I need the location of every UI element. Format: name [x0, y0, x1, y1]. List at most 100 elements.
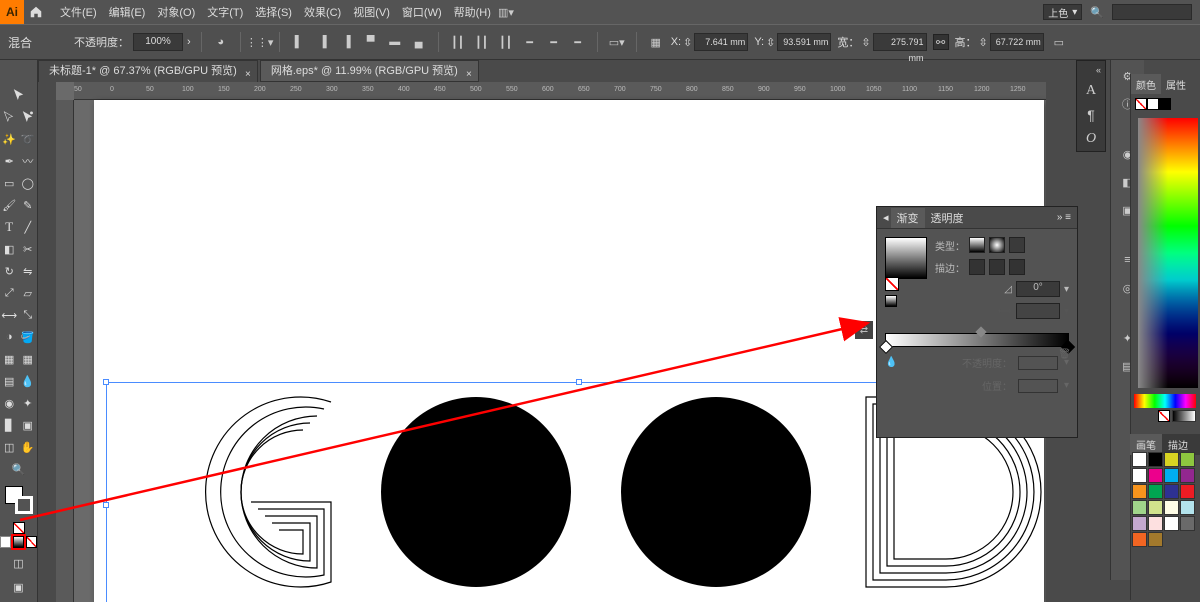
panel-expand-icon[interactable]: » ≡ — [1057, 212, 1071, 223]
swatch-16[interactable] — [1132, 516, 1147, 531]
swatch-19[interactable] — [1180, 516, 1195, 531]
perspective-tool[interactable]: ▦ — [0, 350, 18, 368]
menu-help[interactable]: 帮助(H) — [454, 4, 491, 20]
grad-fill-none-icon[interactable] — [885, 277, 899, 291]
gradient-tool[interactable]: ▤ — [0, 372, 18, 390]
color-spectrum[interactable] — [1138, 118, 1198, 388]
workspace-dropdown[interactable]: 上色 ▾ — [1043, 4, 1082, 20]
menu-view[interactable]: 视图(V) — [353, 4, 390, 20]
dist-h2-icon[interactable]: ┃┃ — [473, 33, 491, 51]
color-none-icon[interactable] — [1135, 98, 1147, 110]
rectangle-tool[interactable]: ▭ — [0, 174, 18, 192]
gradient-slider[interactable]: 🗑 — [885, 333, 1069, 347]
curvature-tool[interactable]: 〰 — [19, 152, 37, 170]
doc-tab-1[interactable]: 未标题-1* @ 67.37% (RGB/GPU 预览)× — [38, 60, 258, 82]
swatch-1[interactable] — [1148, 452, 1163, 467]
group-select-tool[interactable] — [19, 108, 37, 126]
stroke-along-icon[interactable] — [989, 259, 1005, 275]
scissors-tool[interactable]: ✂ — [19, 240, 37, 258]
draw-normal-icon[interactable]: ◫ — [10, 554, 28, 572]
delete-stop-icon[interactable]: 🗑 — [1058, 349, 1071, 360]
pen-tool[interactable]: ✒ — [0, 152, 18, 170]
swatches-grid[interactable] — [1132, 452, 1196, 547]
swatch-18[interactable] — [1164, 516, 1179, 531]
w-input[interactable]: 275.791 mm — [873, 33, 927, 51]
menu-object[interactable]: 对象(O) — [157, 4, 195, 20]
dist-h3-icon[interactable]: ┃┃ — [497, 33, 515, 51]
y-input[interactable]: 93.591 mm — [777, 33, 831, 51]
search-input[interactable] — [1112, 4, 1192, 20]
fill-stroke-indicator[interactable] — [5, 486, 33, 514]
align-top-icon[interactable]: ▀ — [362, 33, 380, 51]
rotate-tool[interactable]: ↻ — [0, 262, 18, 280]
opacity-input[interactable]: 100% — [133, 33, 183, 51]
brush-tool[interactable]: 🖌 — [0, 196, 18, 214]
swatch-9[interactable] — [1148, 484, 1163, 499]
none-mode-icon[interactable] — [26, 536, 37, 548]
eyedropper-tool[interactable]: 💧 — [19, 372, 37, 390]
free-transform-tool[interactable]: ⤡ — [19, 306, 37, 324]
stroke-across-icon[interactable] — [1009, 259, 1025, 275]
more-options-icon[interactable]: ▭ — [1050, 33, 1068, 51]
mesh-tool[interactable]: ▦ — [19, 350, 37, 368]
tab-color[interactable]: 颜色 — [1131, 74, 1161, 94]
zoom-tool[interactable]: 🔍 — [10, 460, 28, 478]
align-vcenter-icon[interactable]: ▬ — [386, 33, 404, 51]
home-icon[interactable] — [24, 5, 48, 19]
type-mini-panel[interactable]: « A ¶ O — [1076, 60, 1106, 152]
ellipse-tool[interactable]: ◯ — [19, 174, 37, 192]
screen-mode-icon[interactable]: ▣ — [10, 578, 28, 596]
freeform-gradient-button[interactable] — [1009, 237, 1025, 253]
dist-v2-icon[interactable]: ━ — [545, 33, 563, 51]
swatch-14[interactable] — [1164, 500, 1179, 515]
align-hcenter-icon[interactable]: ▐ — [314, 33, 332, 51]
x-stepper-icon[interactable]: ⇳ — [683, 36, 692, 49]
grad-stroke-swatch-icon[interactable] — [885, 295, 897, 307]
swatch-7[interactable] — [1180, 468, 1195, 483]
swatch-10[interactable] — [1164, 484, 1179, 499]
direct-select-tool[interactable] — [0, 108, 18, 126]
shear-tool[interactable]: ▱ — [19, 284, 37, 302]
slice-tool[interactable]: ◫ — [0, 438, 18, 456]
h-stepper-icon[interactable]: ⇳ — [979, 36, 988, 49]
tab-attributes[interactable]: 属性 — [1161, 74, 1191, 94]
live-paint-bucket-tool[interactable]: 🪣 — [19, 328, 37, 346]
hand-tool[interactable]: ✋ — [19, 438, 37, 456]
gradient-mode-icon[interactable] — [13, 536, 24, 548]
type-tool[interactable]: T — [0, 218, 18, 236]
swatch-13[interactable] — [1148, 500, 1163, 515]
swatch-11[interactable] — [1180, 484, 1195, 499]
swatch-20[interactable] — [1132, 532, 1147, 547]
menu-window[interactable]: 窗口(W) — [402, 4, 442, 20]
x-input[interactable]: 7.641 mm — [694, 33, 748, 51]
swatch-15[interactable] — [1180, 500, 1195, 515]
gradient-preview[interactable] — [885, 237, 927, 279]
menu-file[interactable]: 文件(E) — [60, 4, 97, 20]
column-graph-tool[interactable]: ▊ — [0, 416, 18, 434]
color-white-icon[interactable] — [1147, 98, 1159, 110]
none-color-icon[interactable] — [13, 522, 25, 534]
color-mode-icon[interactable] — [0, 536, 11, 548]
shape-builder-tool[interactable]: ◑ — [0, 328, 18, 346]
linear-gradient-button[interactable] — [969, 237, 985, 253]
symbol-spray-tool[interactable]: ✦ — [19, 394, 37, 412]
w-stepper-icon[interactable]: ⇳ — [861, 36, 870, 49]
swatch-8[interactable] — [1132, 484, 1147, 499]
h-input[interactable]: 67.722 mm — [990, 33, 1044, 51]
paragraph-icon[interactable]: ¶ — [1087, 107, 1095, 123]
stroke-in-icon[interactable] — [969, 259, 985, 275]
glyph-icon[interactable]: O — [1086, 131, 1096, 147]
tab-gradient[interactable]: 渐变 — [891, 208, 925, 228]
align-right-icon[interactable]: ▐ — [338, 33, 356, 51]
midpoint-diamond[interactable] — [975, 326, 986, 337]
doc-tab-2[interactable]: 网格.eps* @ 11.99% (RGB/GPU 预览)× — [260, 60, 479, 82]
swatch-21[interactable] — [1148, 532, 1163, 547]
link-wh-icon[interactable]: ⚯ — [933, 34, 949, 50]
opacity-arrow-icon[interactable]: › — [187, 36, 191, 48]
selection-tool[interactable] — [10, 86, 28, 104]
reverse-gradient-icon[interactable]: ⇄ — [855, 321, 873, 339]
hue-strip[interactable] — [1134, 394, 1196, 408]
align-left-icon[interactable]: ▌ — [290, 33, 308, 51]
magic-wand-tool[interactable]: ✨ — [0, 130, 18, 148]
swatch-6[interactable] — [1164, 468, 1179, 483]
